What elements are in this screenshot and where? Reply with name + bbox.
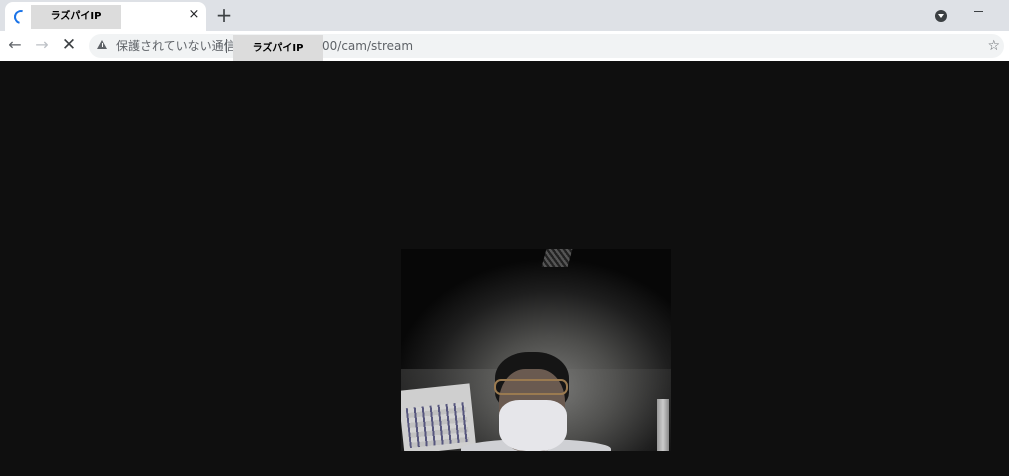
tab-strip: ラズパイIP × +: [0, 0, 1009, 31]
star-icon[interactable]: ☆: [987, 34, 1000, 58]
profile-menu-icon[interactable]: [935, 10, 947, 22]
security-status-label[interactable]: 保護されていない通信: [116, 34, 236, 58]
forward-arrow-icon[interactable]: →: [31, 34, 53, 56]
plus-icon[interactable]: +: [215, 3, 233, 27]
close-icon[interactable]: ×: [186, 6, 202, 24]
url-path[interactable]: 00/cam/stream: [322, 34, 413, 58]
wall-calendar: [401, 383, 477, 451]
back-arrow-icon[interactable]: ←: [4, 34, 26, 56]
address-bar[interactable]: 保護されていない通信 ラズパイIP 00/cam/stream ☆: [89, 34, 1004, 62]
wall-pipe: [657, 399, 669, 451]
warning-icon[interactable]: [97, 40, 107, 49]
url-host-redacted: ラズパイIP: [233, 35, 323, 62]
active-tab[interactable]: ラズパイIP ×: [5, 2, 206, 31]
browser-toolbar: ← → ✕ 保護されていない通信 ラズパイIP 00/cam/stream ☆: [0, 31, 1009, 62]
minimize-icon[interactable]: [974, 11, 983, 12]
person-glasses: [494, 379, 568, 395]
ceiling-vent: [541, 249, 573, 267]
person-face-mask: [499, 400, 567, 451]
loading-spinner-icon: [11, 7, 31, 27]
divider: [226, 39, 227, 53]
calendar-grid: [405, 401, 470, 448]
tab-title: ラズパイIP: [31, 5, 121, 29]
stop-icon[interactable]: ✕: [58, 34, 80, 56]
camera-stream-image: [401, 249, 671, 451]
